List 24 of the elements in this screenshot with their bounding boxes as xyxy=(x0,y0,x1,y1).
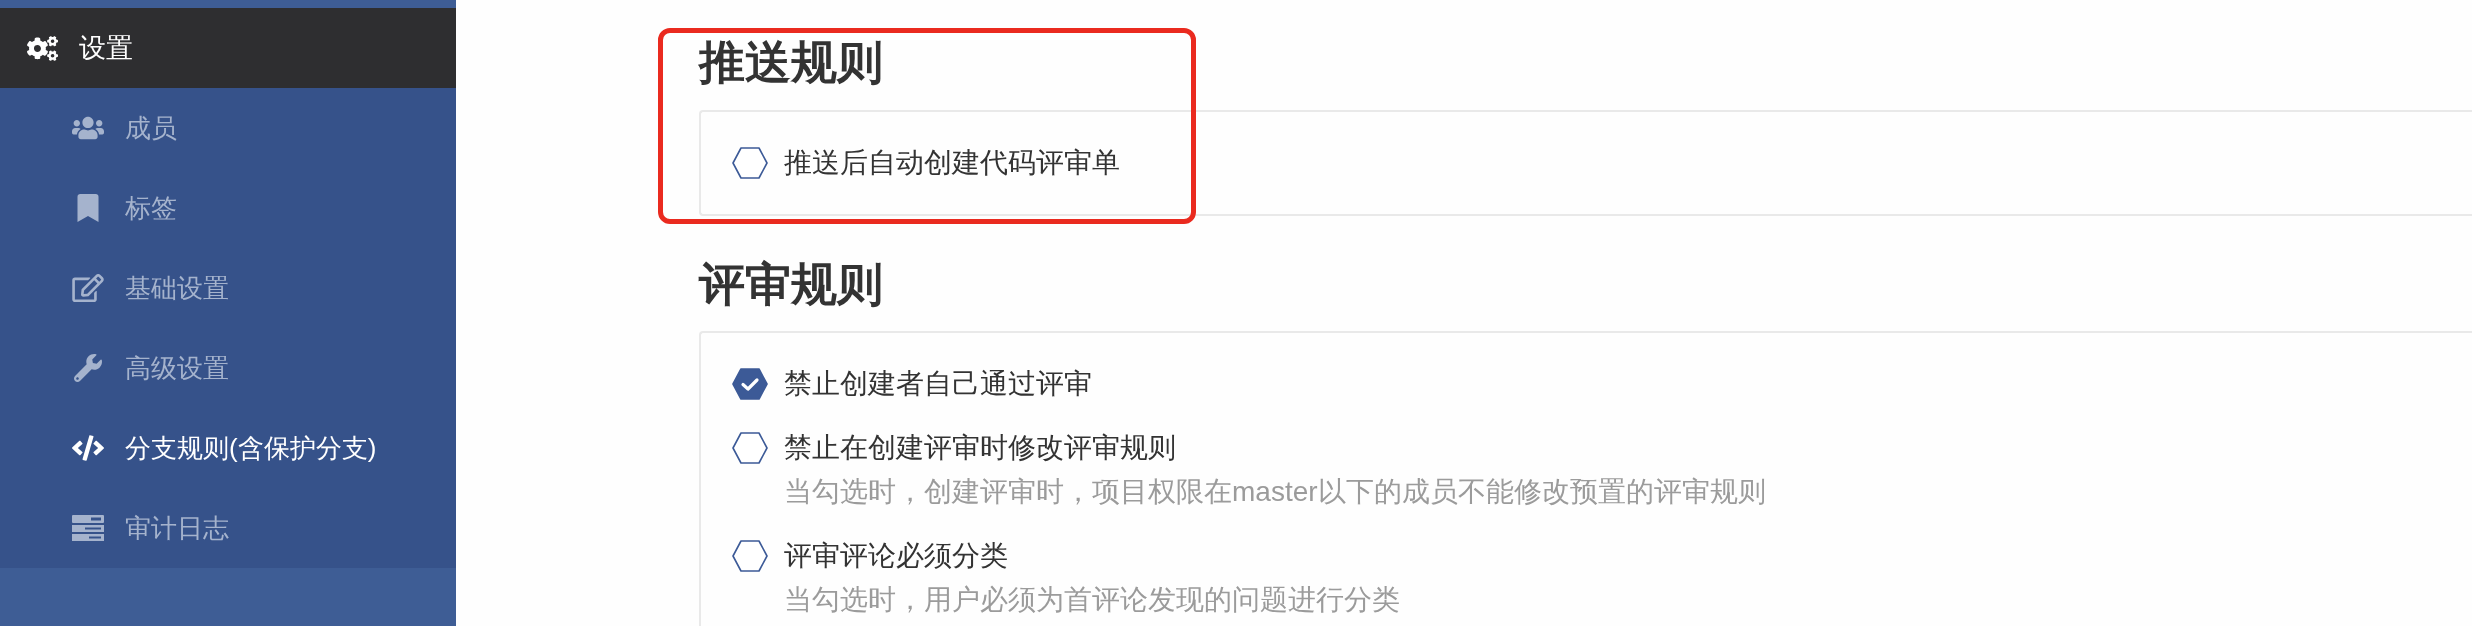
list-icon xyxy=(72,514,104,542)
option-description: 当勾选时，创建评审时，项目权限在master以下的成员不能修改预置的评审规则 xyxy=(784,475,1766,509)
sidebar-item[interactable]: 标签 xyxy=(0,168,456,248)
option-label: 禁止在创建评审时修改评审规则 xyxy=(784,431,1176,465)
section-title: 评审规则 xyxy=(699,257,883,312)
checkbox[interactable] xyxy=(732,147,768,179)
users-icon xyxy=(72,114,104,142)
wrench-icon xyxy=(72,354,104,382)
option-description: 当勾选时，用户必须为首评论发现的问题进行分类 xyxy=(784,583,1400,617)
sidebar-item[interactable]: 高级设置 xyxy=(0,328,456,408)
option-label: 评审评论必须分类 xyxy=(784,539,1008,573)
sidebar-item[interactable]: 审计日志 xyxy=(0,488,456,568)
code-icon xyxy=(72,434,104,462)
sidebar-item[interactable]: 成员 xyxy=(0,88,456,168)
section-title: 推送规则 xyxy=(699,35,883,90)
sidebar-header-title: 设置 xyxy=(79,32,133,65)
checkbox[interactable] xyxy=(732,432,768,464)
sidebar-item[interactable]: 基础设置 xyxy=(0,248,456,328)
checkbox[interactable] xyxy=(732,368,768,400)
checkbox[interactable] xyxy=(732,540,768,572)
edit-icon xyxy=(72,274,104,302)
option-label: 禁止创建者自己通过评审 xyxy=(784,367,1092,401)
option-label: 推送后自动创建代码评审单 xyxy=(784,146,1120,180)
sidebar-item[interactable]: 分支规则(含保护分支) xyxy=(0,408,456,488)
